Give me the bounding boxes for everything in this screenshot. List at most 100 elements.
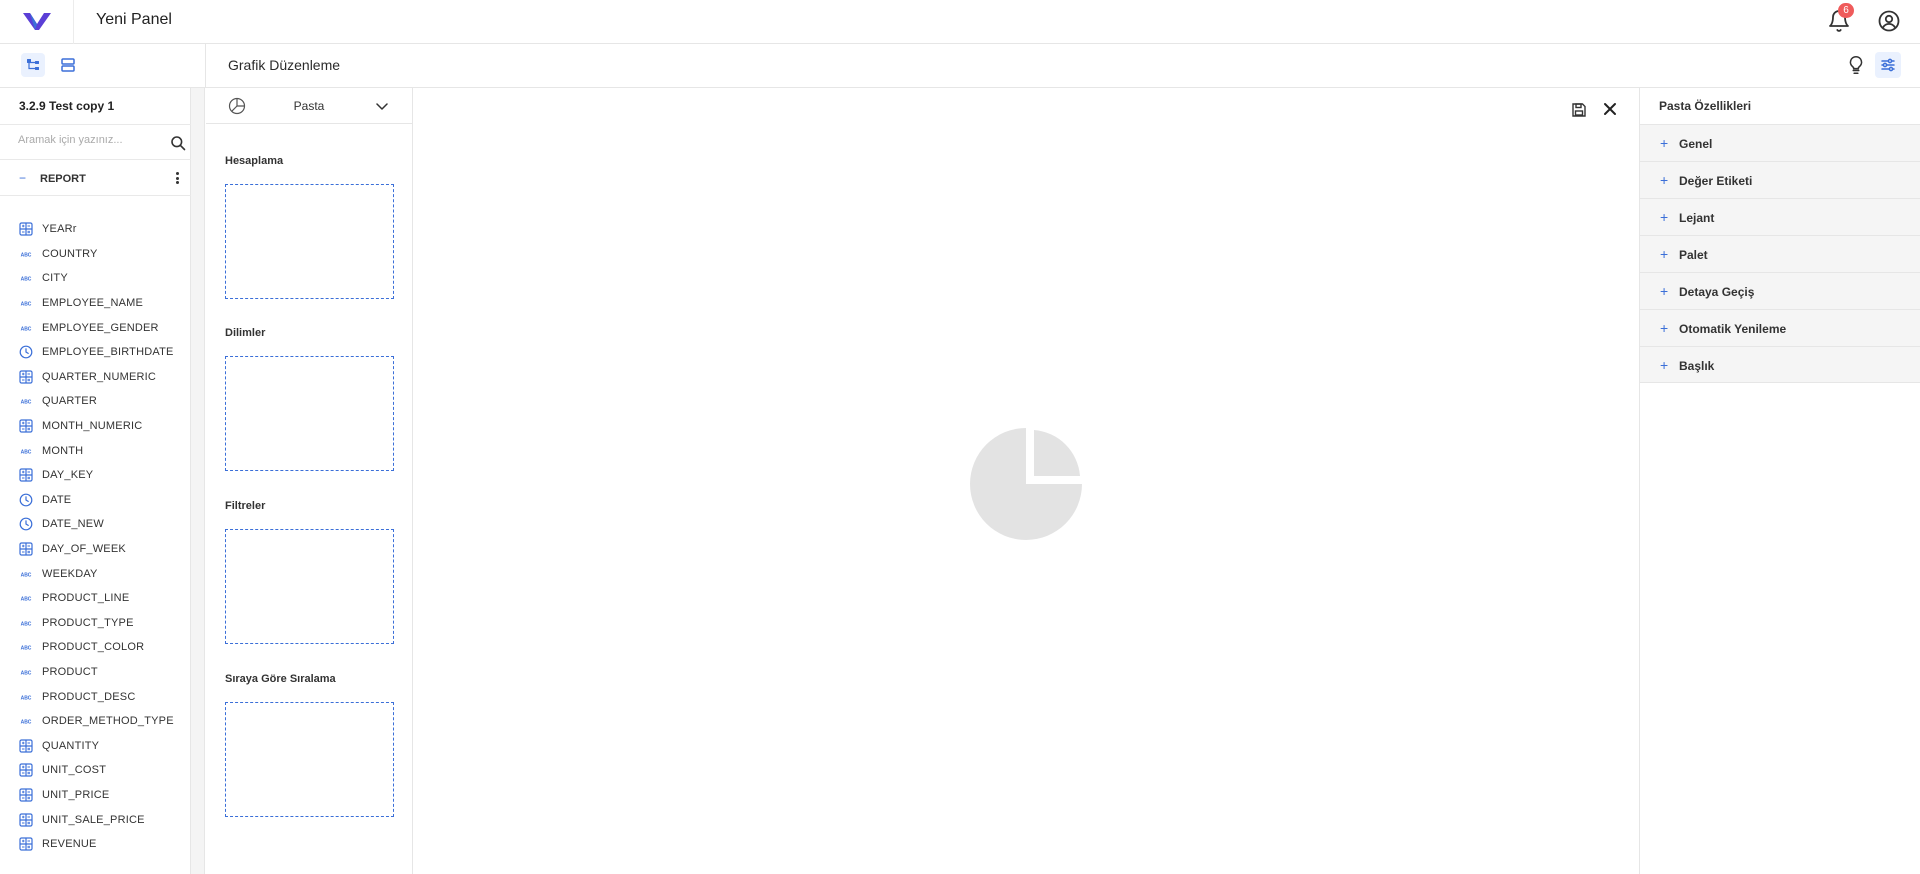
sliders-icon <box>1881 58 1895 72</box>
numeric-icon <box>19 370 33 384</box>
app-logo[interactable] <box>22 10 52 32</box>
field-item[interactable]: EMPLOYEE_BIRTHDATE <box>0 340 191 365</box>
property-section-4[interactable]: + Detaya Geçiş <box>1640 272 1920 309</box>
text-icon: ABC <box>19 616 33 630</box>
chart-type-select[interactable]: Pasta <box>206 88 412 124</box>
svg-text:ABC: ABC <box>21 302 32 308</box>
report-name: 3.2.9 Test copy 1 <box>19 99 115 113</box>
plus-icon: + <box>1660 246 1669 262</box>
field-name: REVENUE <box>42 838 97 851</box>
numeric-icon <box>19 222 33 236</box>
field-item[interactable]: ABC PRODUCT <box>0 660 191 685</box>
field-item[interactable]: ABC WEEKDAY <box>0 561 191 586</box>
field-name: YEARr <box>42 223 77 236</box>
plus-icon: + <box>1660 357 1669 373</box>
more-options-icon[interactable] <box>172 170 182 186</box>
field-item[interactable]: QUANTITY <box>0 733 191 758</box>
property-section-label: Genel <box>1679 137 1713 151</box>
svg-text:ABC: ABC <box>21 572 32 578</box>
list-view-button[interactable] <box>56 53 80 77</box>
svg-text:ABC: ABC <box>21 621 32 627</box>
sorting-dropzone[interactable] <box>225 702 394 817</box>
slices-section-title: Dilimler <box>225 327 266 339</box>
close-icon[interactable] <box>1602 101 1618 117</box>
numeric-icon <box>19 788 33 802</box>
svg-text:ABC: ABC <box>21 646 32 652</box>
text-icon: ABC <box>19 640 33 654</box>
field-name: QUANTITY <box>42 739 100 752</box>
field-item[interactable]: UNIT_SALE_PRICE <box>0 807 191 832</box>
property-section-5[interactable]: + Otomatik Yenileme <box>1640 309 1920 346</box>
field-item[interactable]: ABC CITY <box>0 266 191 291</box>
field-name: PRODUCT_LINE <box>42 592 130 605</box>
tree-view-icon <box>27 59 39 70</box>
field-name: QUARTER <box>42 395 97 408</box>
pie-chart-placeholder-icon <box>970 428 1082 540</box>
property-section-label: Otomatik Yenileme <box>1679 322 1787 336</box>
field-name: EMPLOYEE_NAME <box>42 297 144 310</box>
field-name: DATE_NEW <box>42 518 104 531</box>
field-item[interactable]: ABC EMPLOYEE_NAME <box>0 291 191 316</box>
field-name: MONTH_NUMERIC <box>42 420 143 433</box>
field-item[interactable]: DATE_NEW <box>0 512 191 537</box>
field-name: PRODUCT_DESC <box>42 690 136 703</box>
text-icon: ABC <box>19 296 33 310</box>
date-icon <box>19 493 33 507</box>
tree-view-button[interactable] <box>21 53 45 77</box>
text-icon: ABC <box>19 271 33 285</box>
search-input[interactable] <box>18 134 158 146</box>
filters-dropzone[interactable] <box>225 529 394 644</box>
save-icon[interactable] <box>1571 102 1587 118</box>
calculation-dropzone[interactable] <box>225 184 394 299</box>
scrollbar[interactable] <box>191 88 205 874</box>
field-item[interactable]: YEARr <box>0 217 191 242</box>
properties-panel: Pasta Özellikleri + Genel + Değer Etiketi + L… <box>1639 88 1920 874</box>
property-section-label: Detaya Geçiş <box>1679 285 1755 299</box>
field-item[interactable]: ABC QUARTER <box>0 389 191 414</box>
field-item[interactable]: QUARTER_NUMERIC <box>0 365 191 390</box>
text-icon: ABC <box>19 444 33 458</box>
svg-text:ABC: ABC <box>21 597 32 603</box>
property-section-label: Başlık <box>1679 359 1715 373</box>
field-name: CITY <box>42 272 68 285</box>
numeric-icon <box>19 419 33 433</box>
text-icon: ABC <box>19 247 33 261</box>
property-section-3[interactable]: + Palet <box>1640 235 1920 272</box>
field-item[interactable]: ABC PRODUCT_COLOR <box>0 635 191 660</box>
property-section-0[interactable]: + Genel <box>1640 124 1920 161</box>
plus-icon: + <box>1660 172 1669 188</box>
field-item[interactable]: DAY_OF_WEEK <box>0 537 191 562</box>
field-item[interactable]: ABC PRODUCT_DESC <box>0 684 191 709</box>
field-item[interactable]: UNIT_PRICE <box>0 783 191 808</box>
property-section-label: Lejant <box>1679 211 1715 225</box>
field-item[interactable]: DATE <box>0 488 191 513</box>
field-item[interactable]: UNIT_COST <box>0 758 191 783</box>
property-section-2[interactable]: + Lejant <box>1640 198 1920 235</box>
user-account-icon[interactable] <box>1877 9 1901 33</box>
properties-title: Pasta Özellikleri <box>1659 99 1752 113</box>
lightbulb-icon[interactable] <box>1845 54 1867 76</box>
field-item[interactable]: REVENUE <box>0 832 191 857</box>
chart-settings-button[interactable] <box>1875 52 1901 78</box>
field-item[interactable]: ABC MONTH <box>0 438 191 463</box>
property-section-6[interactable]: + Başlık <box>1640 346 1920 383</box>
field-item[interactable]: ABC EMPLOYEE_GENDER <box>0 315 191 340</box>
search-icon[interactable] <box>170 135 186 151</box>
sub-bar: Grafik Düzenleme <box>0 44 1920 88</box>
field-item[interactable]: ABC PRODUCT_LINE <box>0 586 191 611</box>
field-name: PRODUCT_TYPE <box>42 616 134 629</box>
field-item[interactable]: DAY_KEY <box>0 463 191 488</box>
report-group-header[interactable]: − REPORT <box>0 160 191 196</box>
field-name: EMPLOYEE_GENDER <box>42 321 159 334</box>
field-name: DATE <box>42 493 72 506</box>
field-item[interactable]: ABC PRODUCT_TYPE <box>0 611 191 636</box>
field-item[interactable]: MONTH_NUMERIC <box>0 414 191 439</box>
field-item[interactable]: ABC ORDER_METHOD_TYPE <box>0 709 191 734</box>
slices-dropzone[interactable] <box>225 356 394 471</box>
field-item[interactable]: ABC COUNTRY <box>0 242 191 267</box>
property-section-label: Palet <box>1679 248 1708 262</box>
collapse-toggle[interactable]: − <box>19 171 26 185</box>
property-section-1[interactable]: + Değer Etiketi <box>1640 161 1920 198</box>
divider <box>73 0 74 44</box>
text-icon: ABC <box>19 714 33 728</box>
